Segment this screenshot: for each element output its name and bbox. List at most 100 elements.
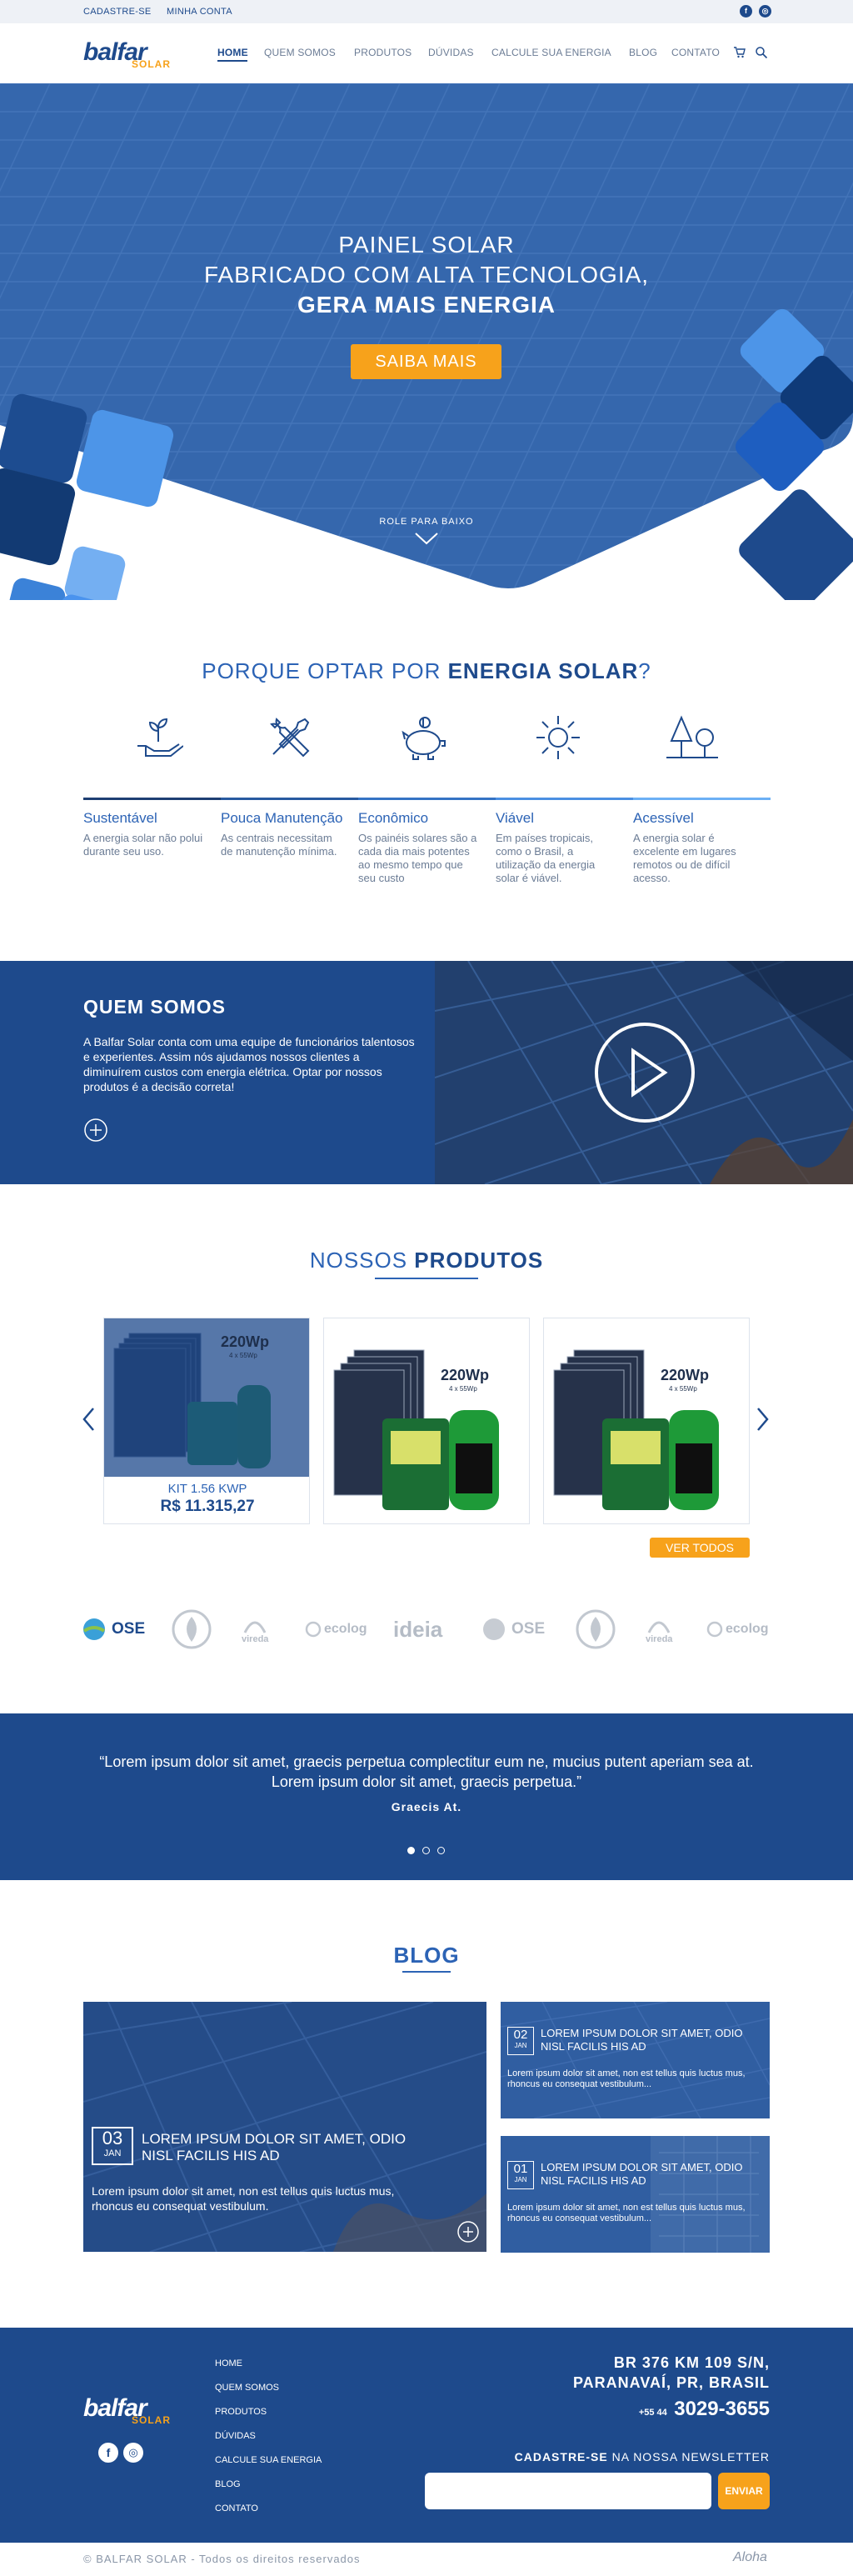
footer-link-calculator[interactable]: CALCULE SUA ENERGIA <box>215 2455 322 2465</box>
product-name: KIT 1.56 KWP <box>167 1482 247 1496</box>
about-panel: QUEM SOMOS A Balfar Solar conta com uma … <box>0 961 435 1184</box>
my-account-link[interactable]: MINHA CONTA <box>167 7 232 17</box>
product-card[interactable]: 220Wp 4 x 55Wp <box>543 1318 750 1524</box>
footer-link-blog[interactable]: BLOG <box>215 2479 241 2489</box>
feature-title: Acessível <box>633 810 694 826</box>
piggy-bank-icon <box>402 717 446 760</box>
partner-name: vireda <box>242 1634 269 1644</box>
instagram-icon[interactable]: ◎ <box>759 5 771 18</box>
nav-faq[interactable]: DÚVIDAS <box>428 47 474 58</box>
vireda-icon <box>243 1621 267 1633</box>
footer-logo[interactable]: balfar SOLAR <box>83 2394 175 2428</box>
slider-dot[interactable] <box>422 1847 430 1854</box>
product-card[interactable]: 220Wp 4 x 55Wp <box>323 1318 530 1524</box>
see-all-button[interactable]: VER TODOS <box>650 1538 750 1558</box>
feature-bar <box>496 798 633 800</box>
partner-name: ideia <box>393 1616 443 1642</box>
feature-title: Sustentável <box>83 810 157 826</box>
blog-date: 03 JAN <box>92 2127 133 2165</box>
newsletter-label: CADASTRE-SE NA NOSSA NEWSLETTER <box>515 2450 770 2463</box>
newsletter-label-rest: NA NOSSA NEWSLETTER <box>607 2450 770 2463</box>
feature-title: Pouca Manutenção <box>221 810 343 826</box>
agency-credit[interactable]: Aloha <box>733 2550 767 2565</box>
sun-icon <box>536 716 580 759</box>
nav-contact[interactable]: CONTATO <box>671 47 720 58</box>
ose-icon <box>483 1618 505 1640</box>
feature-description: A energia solar é excelente em lugares r… <box>633 832 736 884</box>
about-video[interactable] <box>435 961 853 1184</box>
partner-logo[interactable]: vireda <box>242 1608 268 1650</box>
product-watt: 220Wp <box>441 1367 490 1383</box>
blog-post-title: LOREM IPSUM DOLOR SIT AMET, ODIO NISL FA… <box>142 2131 407 2163</box>
partner-logo[interactable]: OSE <box>82 1608 145 1650</box>
nav-about[interactable]: QUEM SOMOS <box>264 47 336 58</box>
blog-month: JAN <box>514 2176 527 2183</box>
nav-products[interactable]: PRODUTOS <box>354 47 412 58</box>
blog-post[interactable]: 02 JAN LOREM IPSUM DOLOR SIT AMET, ODIO … <box>501 2002 770 2118</box>
carousel-next-icon[interactable] <box>756 1407 770 1432</box>
slider-dot[interactable] <box>437 1847 445 1854</box>
nav-blog[interactable]: BLOG <box>629 47 657 58</box>
instagram-icon[interactable]: ◎ <box>123 2443 143 2463</box>
blog-day: 02 <box>513 2028 528 2042</box>
footer-link-products[interactable]: PRODUTOS <box>215 2407 267 2417</box>
partner-logo[interactable]: vireda <box>646 1608 672 1650</box>
logo-subtitle: SOLAR <box>132 58 171 70</box>
chevron-down-icon[interactable] <box>414 532 439 545</box>
facebook-icon[interactable]: f <box>98 2443 118 2463</box>
blog-overlay <box>83 2002 486 2252</box>
partner-logo[interactable] <box>171 1608 212 1650</box>
scroll-hint: ROLE PARA BAIXO <box>379 517 474 527</box>
nav-calculator[interactable]: CALCULE SUA ENERGIA <box>491 47 611 58</box>
phone-number: 3029-3655 <box>674 2398 770 2420</box>
footer-phone: +55 44 3029-3655 <box>639 2398 770 2421</box>
product-sub: 4 x 55Wp <box>669 1385 697 1393</box>
testimonial-section: “Lorem ipsum dolor sit amet, graecis per… <box>0 1713 853 1880</box>
feature-description: Os painéis solares são a cada dia mais p… <box>358 832 477 884</box>
product-card[interactable]: 220Wp 4 x 55Wp KIT 1.56 KWP R$ 11.315,27 <box>103 1318 310 1524</box>
slider-dot-active[interactable] <box>407 1847 415 1854</box>
register-link[interactable]: CADASTRE-SE <box>83 7 152 17</box>
blog-overlay <box>501 2002 770 2118</box>
product-hover-overlay <box>104 1318 309 1477</box>
footer-link-contact[interactable]: CONTATO <box>215 2503 258 2513</box>
why-title-part: ? <box>638 658 651 683</box>
facebook-icon[interactable]: f <box>740 5 752 18</box>
learn-more-button[interactable]: SAIBA MAIS <box>351 344 501 379</box>
blog-post[interactable]: 01 JAN LOREM IPSUM DOLOR SIT AMET, ODIO … <box>501 2136 770 2253</box>
newsletter-email-input[interactable] <box>425 2473 711 2509</box>
footer-link-home[interactable]: HOME <box>215 2358 242 2368</box>
partner-logo[interactable]: ecolog <box>706 1608 769 1650</box>
carousel-prev-icon[interactable] <box>82 1407 95 1432</box>
plus-circle-icon[interactable] <box>456 2220 480 2243</box>
feature-viable: Viável Em países tropicais, como o Brasi… <box>496 798 633 885</box>
blog-post-featured[interactable]: 03 JAN LOREM IPSUM DOLOR SIT AMET, ODIO … <box>83 2002 486 2252</box>
footer-link-about[interactable]: QUEM SOMOS <box>215 2383 279 2393</box>
partner-logo[interactable]: OSE <box>481 1608 545 1650</box>
newsletter-send-button[interactable]: ENVIAR <box>718 2473 770 2509</box>
partner-logo[interactable]: ecolog <box>305 1608 367 1650</box>
logo[interactable]: balfar SOLAR <box>83 38 175 72</box>
blog-date: 01 JAN <box>507 2161 534 2189</box>
play-icon[interactable] <box>594 1022 696 1123</box>
search-icon[interactable] <box>755 46 768 59</box>
product-price: R$ 11.315,27 <box>160 1498 255 1515</box>
feature-accessible: Acessível A energia solar é excelente em… <box>633 798 771 885</box>
trees-icon <box>666 715 718 758</box>
cart-icon[interactable] <box>733 46 746 59</box>
plus-circle-icon[interactable] <box>83 1118 108 1143</box>
footer-link-faq[interactable]: DÚVIDAS <box>215 2431 256 2441</box>
feature-low-maintenance: Pouca Manutenção As centrais necessitam … <box>221 798 358 858</box>
testimonial-author: Graecis At. <box>391 1800 462 1813</box>
product-watt: 220Wp <box>661 1367 710 1383</box>
feature-description: As centrais necessitam de manutenção mín… <box>221 832 337 858</box>
tools-icon <box>270 718 310 758</box>
address-line-1: BR 376 KM 109 S/N, <box>613 2354 770 2371</box>
nav-home[interactable]: HOME <box>217 47 248 58</box>
partner-logo[interactable]: ideia <box>393 1608 442 1650</box>
partner-logo[interactable] <box>575 1608 616 1650</box>
blog-post-excerpt: Lorem ipsum dolor sit amet, non est tell… <box>507 2068 746 2089</box>
feature-description: A energia solar não polui durante seu us… <box>83 832 203 858</box>
plant-hand-icon <box>137 718 183 757</box>
hero-line-1: PAINEL SOLAR <box>338 232 515 258</box>
